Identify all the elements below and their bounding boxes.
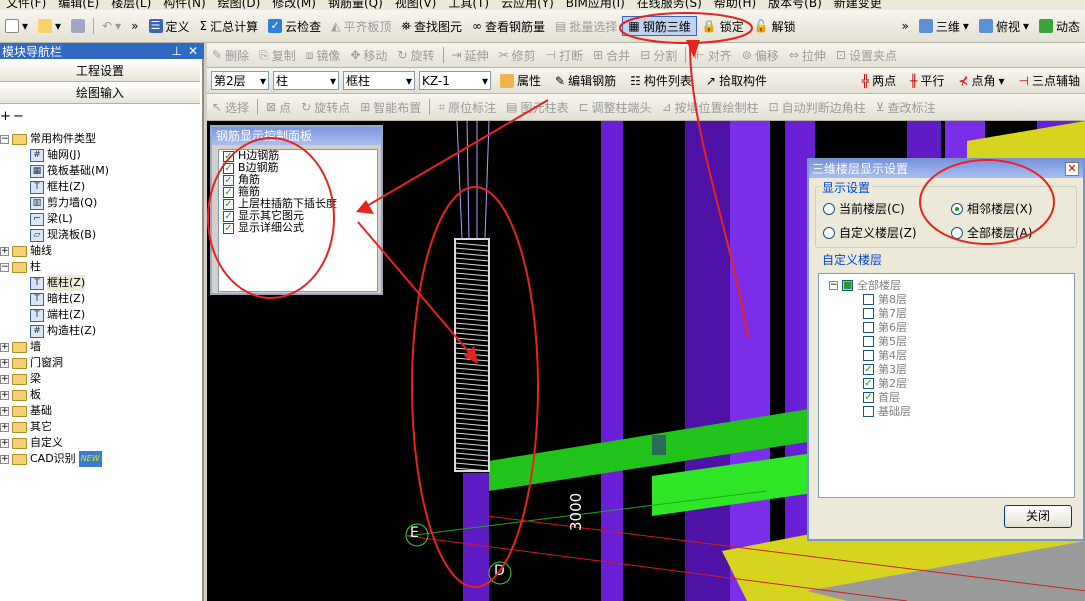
highlight-panel-ring <box>207 137 335 299</box>
annotation-layer <box>207 12 1055 588</box>
highlight-rebar-3d-ring <box>619 12 753 44</box>
arrow-line <box>359 99 549 211</box>
highlight-adjacent-floors-ring <box>919 159 1055 245</box>
arrow-line <box>357 221 475 359</box>
arrow-line <box>689 44 749 339</box>
arrow-head <box>686 40 700 58</box>
highlight-column-ring <box>411 186 539 588</box>
arrow-head <box>356 200 374 214</box>
